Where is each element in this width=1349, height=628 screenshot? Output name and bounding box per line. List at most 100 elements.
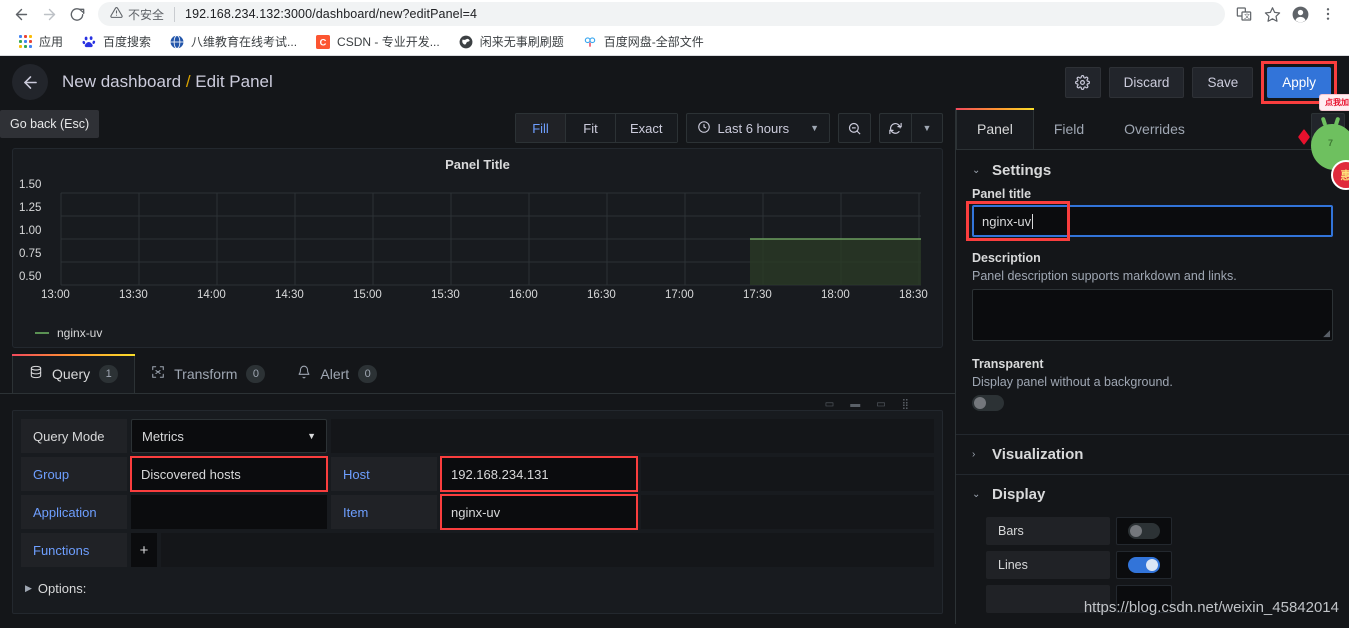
insecure-warning-icon	[110, 6, 123, 22]
graph-legend[interactable]: nginx-uv	[13, 322, 942, 348]
description-label: Description	[972, 251, 1041, 265]
display-section-header[interactable]: ⌄ Display	[956, 474, 1349, 514]
panel-size-mode-group: Fill Fit Exact	[515, 113, 678, 143]
breadcrumb-dashboard[interactable]: New dashboard	[62, 72, 181, 91]
add-function-button[interactable]: +	[131, 533, 157, 567]
profile-icon[interactable]	[1287, 1, 1313, 27]
hide-query-icon[interactable]: ▬	[850, 400, 860, 410]
text-cursor	[1032, 213, 1034, 229]
tab-panel[interactable]: Panel	[956, 108, 1034, 149]
kebab-menu-icon[interactable]	[1315, 1, 1341, 27]
arrow-left-icon[interactable]	[12, 64, 48, 100]
tab-alert[interactable]: Alert 0	[281, 354, 393, 393]
query-tab-bar: Query 1 Transform 0 Alert 0	[0, 354, 955, 394]
chevron-down-icon: ⌄	[972, 165, 981, 176]
resize-grip-icon[interactable]: ◢	[1323, 328, 1330, 339]
query-options-toggle[interactable]: ▶ Options:	[21, 571, 934, 605]
query-mode-select[interactable]: Metrics ▼	[131, 419, 327, 453]
refresh-group: ▼	[879, 113, 943, 143]
breadcrumb-separator: /	[185, 72, 191, 91]
bookmark-baidu-search[interactable]: 百度搜索	[72, 30, 160, 53]
bookmark-baidu-pan[interactable]: 百度网盘-全部文件	[573, 30, 713, 53]
options-body: ⌄ Settings Panel title nginx-uv Descript…	[956, 150, 1349, 624]
apply-button-highlight: Apply	[1261, 60, 1337, 104]
bars-toggle-cell[interactable]	[1116, 517, 1172, 545]
display-row-lines: Lines	[956, 548, 1349, 582]
query-mode-row: Query Mode Metrics ▼	[21, 419, 934, 453]
reload-icon[interactable]	[64, 1, 90, 27]
graph-panel: Panel Title 1.50 1.25 1.00 0.75 0.50 13:…	[12, 148, 943, 348]
description-help: Panel description supports markdown and …	[972, 269, 1237, 283]
functions-label: Functions	[21, 533, 127, 567]
item-label: Item	[331, 495, 437, 529]
query-editor: ▭ ▬ ▭ ⣿ Query Mode Metrics ▼ Group Disco…	[0, 394, 955, 624]
application-item-spacer	[641, 495, 934, 529]
remove-query-icon[interactable]: ▭	[876, 400, 885, 410]
bars-toggle[interactable]	[1128, 523, 1160, 539]
size-mode-fit[interactable]: Fit	[565, 113, 616, 143]
bookmark-csdn[interactable]: C CSDN - 专业开发...	[306, 30, 449, 53]
omnibox[interactable]: 不安全 192.168.234.132:3000/dashboard/new?e…	[98, 2, 1225, 26]
bookmark-label: 八维教育在线考试...	[191, 35, 298, 49]
panel-title-input-value: nginx-uv	[982, 213, 1032, 229]
group-host-row: Group Discovered hosts Host 192.168.234.…	[21, 456, 934, 492]
query-mode-spacer	[331, 419, 934, 453]
time-range-picker[interactable]: Last 6 hours ▼	[685, 113, 830, 143]
item-input[interactable]: nginx-uv	[440, 494, 638, 530]
drag-handle-icon[interactable]: ⣿	[902, 400, 909, 410]
bookmark-xianlai[interactable]: 闲来无事刷刷题	[449, 30, 573, 53]
display-title: Display	[992, 486, 1046, 503]
tab-transform[interactable]: Transform 0	[135, 354, 281, 393]
size-mode-exact[interactable]: Exact	[615, 113, 678, 143]
tab-query-label: Query	[52, 365, 91, 382]
group-input[interactable]: Discovered hosts	[130, 456, 328, 492]
back-arrow-icon[interactable]	[8, 1, 34, 27]
bell-icon	[297, 365, 311, 382]
query-row-card: Query Mode Metrics ▼ Group Discovered ho…	[12, 410, 943, 614]
forward-arrow-icon[interactable]	[36, 1, 62, 27]
refresh-icon[interactable]	[879, 113, 911, 143]
transparent-field-block: Transparent Display panel without a back…	[956, 345, 1349, 420]
host-input[interactable]: 192.168.234.131	[440, 456, 638, 492]
size-mode-fill[interactable]: Fill	[515, 113, 566, 143]
discard-button[interactable]: Discard	[1108, 66, 1185, 98]
tab-field[interactable]: Field	[1034, 108, 1104, 149]
apply-button[interactable]: Apply	[1267, 66, 1331, 98]
query-mode-label: Query Mode	[21, 419, 127, 453]
caret-down-icon: ▼	[307, 431, 316, 441]
application-input[interactable]	[131, 495, 327, 529]
bookmark-label: 百度搜索	[103, 35, 152, 49]
duplicate-query-icon[interactable]: ▭	[825, 400, 834, 410]
bookmark-label: 应用	[39, 35, 64, 49]
panel-title-input[interactable]: nginx-uv	[972, 205, 1333, 237]
description-textarea[interactable]: ◢	[972, 289, 1333, 341]
gear-icon[interactable]	[1064, 66, 1101, 98]
lines-label: Lines	[986, 551, 1110, 579]
bookmark-bawei-exam[interactable]: 八维教育在线考试...	[160, 30, 306, 53]
transform-icon	[151, 365, 165, 382]
save-button[interactable]: Save	[1192, 66, 1254, 98]
tab-query[interactable]: Query 1	[12, 354, 136, 393]
graph-plot-area[interactable]: 1.50 1.25 1.00 0.75 0.50 13:00 13:30 14:…	[13, 174, 942, 322]
visualization-title: Visualization	[992, 446, 1084, 463]
chevron-right-icon[interactable]: ›	[1311, 113, 1345, 145]
zoom-out-icon[interactable]	[838, 113, 871, 143]
transparent-toggle[interactable]	[972, 395, 1004, 411]
star-icon[interactable]	[1259, 1, 1285, 27]
bookmark-label: 闲来无事刷刷题	[479, 35, 564, 49]
bookmark-apps[interactable]: 应用	[8, 30, 72, 53]
group-label: Group	[21, 457, 127, 491]
graph-panel-wrap: Panel Title 1.50 1.25 1.00 0.75 0.50 13:…	[0, 148, 955, 354]
tab-transform-count: 0	[246, 364, 266, 383]
visualization-section-header[interactable]: › Visualization	[956, 434, 1349, 474]
refresh-interval-chevron-down-icon[interactable]: ▼	[911, 113, 943, 143]
lines-toggle-cell[interactable]	[1116, 551, 1172, 579]
group-host-spacer	[641, 457, 934, 491]
chevron-down-icon: ▼	[810, 123, 819, 133]
translate-icon[interactable]: 文	[1231, 1, 1257, 27]
lines-toggle[interactable]	[1128, 557, 1160, 573]
tab-overrides[interactable]: Overrides	[1104, 108, 1205, 149]
browser-chrome: 不安全 192.168.234.132:3000/dashboard/new?e…	[0, 0, 1349, 56]
browser-nav-bar: 不安全 192.168.234.132:3000/dashboard/new?e…	[0, 0, 1349, 28]
settings-section-header[interactable]: ⌄ Settings	[956, 150, 1349, 187]
